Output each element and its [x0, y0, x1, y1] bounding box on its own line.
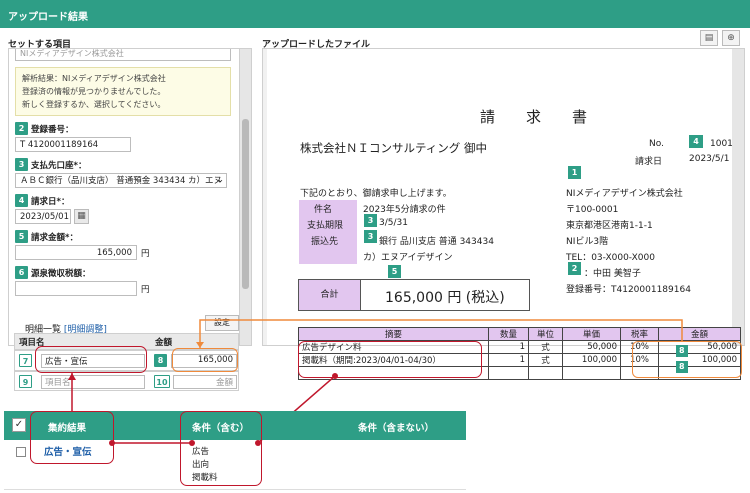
select-all-checkbox[interactable]: ✓ — [12, 418, 26, 432]
divider — [4, 489, 466, 490]
column-header: 条件（含まない） — [358, 423, 435, 434]
row-checkbox[interactable] — [16, 447, 26, 457]
condition-highlight — [180, 411, 262, 486]
result-highlight — [30, 411, 114, 464]
